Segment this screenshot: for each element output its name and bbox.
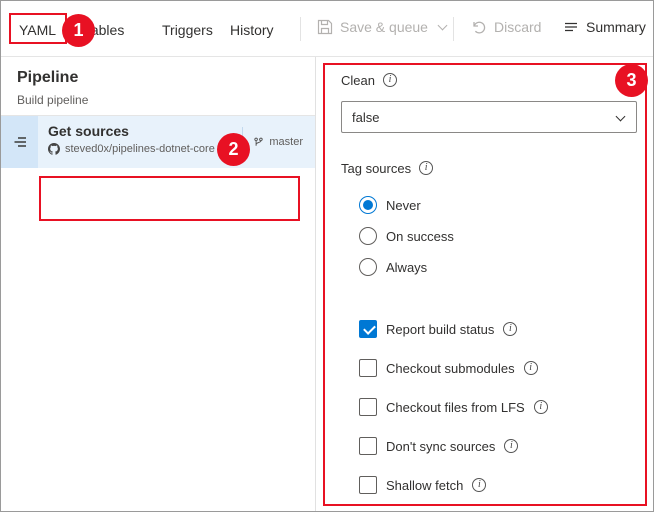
checkbox[interactable] bbox=[359, 359, 377, 377]
chevron-down-icon bbox=[616, 112, 626, 122]
radio-button[interactable] bbox=[359, 196, 377, 214]
github-icon bbox=[48, 143, 60, 155]
checkbox-label: Report build status bbox=[386, 322, 494, 337]
radio-label: Never bbox=[386, 198, 421, 213]
repo-name: steved0x/pipelines-dotnet-core bbox=[65, 143, 215, 155]
get-sources-main: Get sources steved0x/pipelines-dotnet-co… bbox=[38, 116, 242, 168]
undo-icon bbox=[471, 19, 487, 35]
chevron-down-icon bbox=[438, 20, 448, 30]
get-sources-title: Get sources bbox=[48, 123, 242, 139]
annotation-box-2 bbox=[39, 176, 300, 221]
radio-always[interactable]: Always bbox=[359, 255, 637, 279]
repo-line: steved0x/pipelines-dotnet-core bbox=[48, 143, 242, 155]
info-icon[interactable] bbox=[383, 73, 397, 87]
discard-label: Discard bbox=[494, 19, 541, 35]
toolbar-divider bbox=[453, 17, 454, 41]
topbar: YAML Variables Triggers History Save & q… bbox=[1, 1, 654, 57]
pipeline-editor-window: YAML Variables Triggers History Save & q… bbox=[0, 0, 654, 512]
info-icon[interactable] bbox=[503, 322, 517, 336]
tab-history[interactable]: History bbox=[230, 22, 274, 38]
branch-badge: master bbox=[242, 127, 315, 157]
info-icon[interactable] bbox=[504, 439, 518, 453]
discard-button[interactable]: Discard bbox=[471, 19, 541, 35]
summary-button[interactable]: Summary bbox=[563, 19, 646, 35]
pipeline-subtitle: Build pipeline bbox=[17, 93, 88, 107]
checkbox[interactable] bbox=[359, 398, 377, 416]
save-and-queue-button[interactable]: Save & queue bbox=[317, 19, 446, 35]
tag-sources-radio-group: Never On success Always bbox=[359, 193, 637, 279]
row-icon-column bbox=[1, 116, 38, 168]
checkbox-dont-sync-sources[interactable]: Don't sync sources bbox=[359, 436, 637, 456]
radio-button[interactable] bbox=[359, 227, 377, 245]
checkbox[interactable] bbox=[359, 476, 377, 494]
radio-on-success[interactable]: On success bbox=[359, 224, 637, 248]
radio-label: Always bbox=[386, 260, 427, 275]
clean-select[interactable]: false bbox=[341, 101, 637, 133]
clean-field-label: Clean bbox=[341, 71, 637, 89]
checkbox[interactable] bbox=[359, 437, 377, 455]
callout-3: 3 bbox=[615, 64, 648, 97]
checkbox-report-build-status[interactable]: Report build status bbox=[359, 319, 637, 339]
toolbar-divider bbox=[300, 17, 301, 41]
branch-name: master bbox=[269, 136, 303, 148]
checkbox-checkout-submodules[interactable]: Checkout submodules bbox=[359, 358, 637, 378]
checkbox[interactable] bbox=[359, 320, 377, 338]
callout-2: 2 bbox=[217, 133, 250, 166]
checkbox-checkout-files-from-lfs[interactable]: Checkout files from LFS bbox=[359, 397, 637, 417]
save-and-queue-label: Save & queue bbox=[340, 19, 428, 35]
info-icon[interactable] bbox=[524, 361, 538, 375]
info-icon[interactable] bbox=[472, 478, 486, 492]
git-branch-icon bbox=[253, 137, 264, 148]
checkbox-label: Checkout submodules bbox=[386, 361, 515, 376]
source-options-group: Report build status Checkout submodules … bbox=[359, 319, 637, 495]
tab-yaml[interactable]: YAML bbox=[19, 22, 56, 38]
checkbox-label: Checkout files from LFS bbox=[386, 400, 525, 415]
summary-label: Summary bbox=[586, 19, 646, 35]
checkbox-label: Don't sync sources bbox=[386, 439, 495, 454]
radio-button[interactable] bbox=[359, 258, 377, 276]
save-icon bbox=[317, 19, 333, 35]
settings-content: Clean false Tag sources Never On success bbox=[341, 71, 637, 512]
checkbox-label: Shallow fetch bbox=[386, 478, 463, 493]
get-sources-settings-panel: 3 Clean false Tag sources Never bbox=[317, 57, 654, 512]
tab-triggers[interactable]: Triggers bbox=[162, 22, 213, 38]
tag-sources-label: Tag sources bbox=[341, 161, 411, 176]
radio-label: On success bbox=[386, 229, 454, 244]
radio-never[interactable]: Never bbox=[359, 193, 637, 217]
pipeline-tree-panel: Pipeline Build pipeline Get sources stev… bbox=[1, 57, 316, 512]
info-icon[interactable] bbox=[534, 400, 548, 414]
info-icon[interactable] bbox=[419, 161, 433, 175]
pipeline-title: Pipeline bbox=[17, 69, 78, 87]
tag-sources-field-label: Tag sources bbox=[341, 159, 637, 177]
clean-select-value: false bbox=[352, 110, 379, 125]
get-sources-row[interactable]: Get sources steved0x/pipelines-dotnet-co… bbox=[1, 116, 315, 168]
list-icon bbox=[563, 19, 579, 35]
callout-1: 1 bbox=[62, 14, 95, 47]
checkbox-shallow-fetch[interactable]: Shallow fetch bbox=[359, 475, 637, 495]
clean-label: Clean bbox=[341, 73, 375, 88]
task-list-icon bbox=[12, 134, 28, 150]
